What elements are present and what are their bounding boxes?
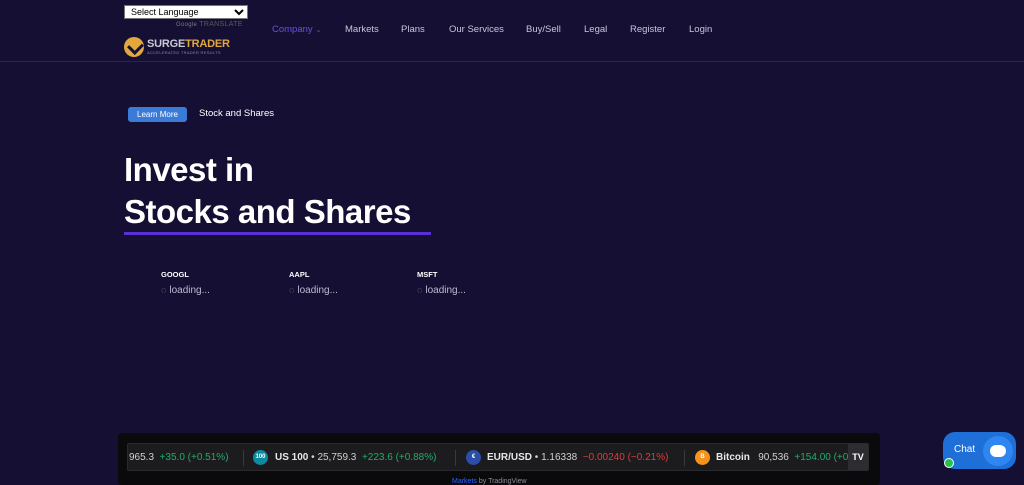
logo[interactable]: SURGETRADER ACCELERATED TRADER RESULTS [124,36,230,58]
chevron-down-icon: ⌄ [315,27,322,34]
ticker-item[interactable]: Bitcoin 90,536 +154.00 (+0. [716,452,851,463]
logo-tagline: ACCELERATED TRADER RESULTS [147,50,221,55]
ticker-name: Bitcoin [716,452,750,463]
stock-loading: ◌ loading... [417,285,507,296]
ticker-name: EUR/USD [487,452,533,463]
ticker-tape[interactable]: 965.3 +35.0 (+0.51%) 100 US 100 • 25,759… [127,443,869,471]
nav-markets[interactable]: Markets [345,24,379,36]
ticker-price: 25,759.3 [317,452,357,463]
ticker-divider [684,450,685,466]
spinner-icon: ◌ [417,285,423,295]
ticker-price: 90,536 [758,452,789,463]
google-label: Google [176,22,198,28]
stock-symbol: AAPL [289,270,310,279]
google-translate-credit: Google TRANSLATE [176,21,243,28]
bitcoin-icon: B [695,450,710,465]
stock-status: loading... [169,285,210,296]
stock-status: loading... [297,285,338,296]
nav-company[interactable]: Company ⌄ [272,24,322,36]
chat-bubble-icon [983,436,1013,466]
hero-title-line1: Invest in [124,151,254,188]
ticker-divider [243,450,244,466]
online-status-icon [944,458,954,468]
spinner-icon: ◌ [289,285,295,295]
logo-text: SURGETRADER [147,38,230,50]
logo-mark-icon [124,37,144,57]
ticker-change: −0.00240 (−0.21%) [582,452,669,463]
nav-login[interactable]: Login [689,24,712,36]
eur-usd-flag-icon: € [466,450,481,465]
attribution-text: by TradingView [476,478,527,485]
language-select[interactable]: Select Language [124,5,248,19]
markets-link[interactable]: Markets [452,478,477,485]
stock-widget-aapl: AAPL ◌ loading... [289,270,379,296]
nav-legal[interactable]: Legal [584,24,607,36]
us100-icon: 100 [253,450,268,465]
stock-widget-msft: MSFT ◌ loading... [417,270,507,296]
logo-name-part1: SURGE [147,38,186,50]
ticker-attribution: Markets by TradingView [452,478,527,485]
translate-label: TRANSLATE [199,21,243,28]
hero-badge-text: Stock and Shares [199,108,274,119]
stock-widget-googl: GOOGL ◌ loading... [161,270,251,296]
stock-loading: ◌ loading... [289,285,379,296]
logo-name-part2: TRADER [185,38,230,50]
nav-register[interactable]: Register [630,24,665,36]
ticker-item[interactable]: EUR/USD • 1.16338 −0.00240 (−0.21%) [487,452,668,463]
stock-symbol: GOOGL [161,270,189,279]
ticker-price: 1.16338 [541,452,578,463]
ticker-divider [455,450,456,466]
ticker-price: 965.3 [129,452,155,463]
chat-label: Chat [954,444,976,455]
spinner-icon: ◌ [161,285,167,295]
stock-status: loading... [425,285,466,296]
nav-plans[interactable]: Plans [401,24,425,36]
stock-loading: ◌ loading... [161,285,251,296]
ticker-item[interactable]: US 100 • 25,759.3 +223.6 (+0.88%) [275,452,436,463]
ticker-change: +154.00 (+0. [794,452,852,463]
ticker-name: US 100 [275,452,309,463]
ticker-change: +35.0 (+0.51%) [159,452,229,463]
stock-symbol: MSFT [417,270,438,279]
tradingview-logo-icon[interactable]: TV [848,444,868,470]
nav-our-services[interactable]: Our Services [449,24,504,36]
ticker-item[interactable]: 965.3 +35.0 (+0.51%) [129,452,229,463]
hero-title-underline [124,232,431,235]
nav-buy-sell[interactable]: Buy/Sell [526,24,561,36]
hero-title-line2: Stocks and Shares [124,193,411,230]
ticker-change: +223.6 (+0.88%) [361,452,437,463]
learn-more-button[interactable]: Learn More [128,107,187,122]
nav-company-label: Company [272,24,313,35]
header: Select Language Google TRANSLATE SURGETR… [0,0,1024,62]
